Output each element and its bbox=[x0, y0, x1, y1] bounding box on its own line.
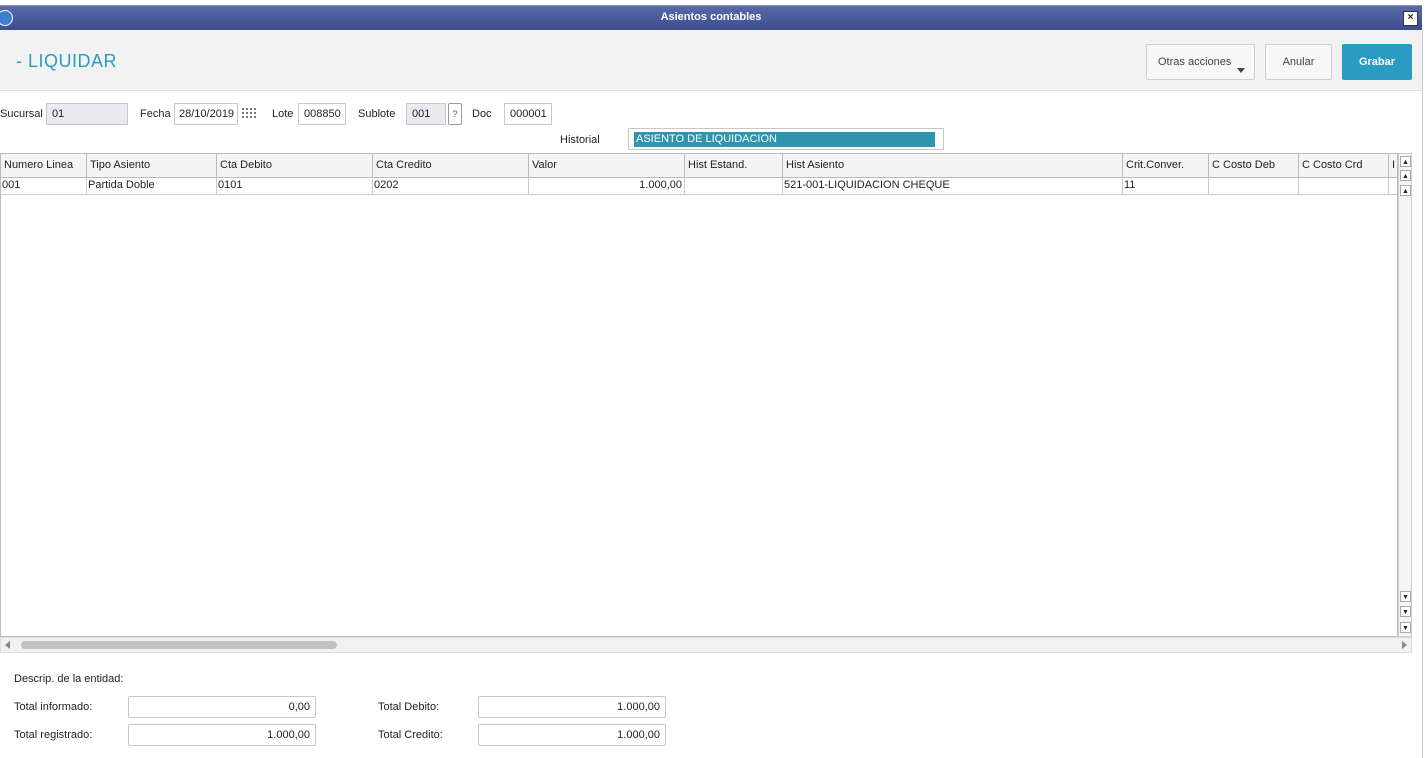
window-titlebar: Asientos contables × bbox=[0, 5, 1422, 30]
cell-tipo-asiento[interactable]: Partida Doble bbox=[87, 177, 217, 194]
total-informado-label: Total informado: bbox=[14, 701, 93, 713]
cell-c-costo-crd[interactable] bbox=[1299, 177, 1389, 194]
sublote-label: Sublote bbox=[358, 108, 396, 120]
fecha-field[interactable]: 28/10/2019 bbox=[174, 103, 238, 125]
column-header-hist-asiento[interactable]: Hist Asiento bbox=[783, 154, 1123, 177]
cell-crit-conver[interactable]: 11 bbox=[1123, 177, 1209, 194]
cell-extra[interactable] bbox=[1389, 177, 1397, 194]
row-down-icon[interactable]: ▼ bbox=[1400, 591, 1411, 602]
doc-field[interactable]: 000001 bbox=[504, 103, 552, 125]
total-informado-field[interactable]: 0,00 bbox=[128, 696, 316, 718]
column-header-crit-conver[interactable]: Crit.Conver. bbox=[1123, 154, 1209, 177]
table-row[interactable]: 001 Partida Doble 0101 0202 1.000,00 521… bbox=[1, 177, 1397, 195]
page-title: - LIQUIDAR bbox=[16, 51, 118, 71]
horizontal-scroll-thumb[interactable] bbox=[21, 641, 337, 649]
sucursal-label: Sucursal bbox=[0, 108, 43, 120]
total-debito-label: Total Debito: bbox=[378, 701, 440, 713]
column-header-numero-linea[interactable]: Numero Linea bbox=[1, 154, 87, 177]
sublote-field[interactable]: 001 bbox=[406, 103, 446, 125]
window-right-border bbox=[1422, 30, 1423, 758]
page-header: - LIQUIDAR Otras acciones Anular Grabar bbox=[0, 30, 1422, 91]
cell-numero-linea[interactable]: 001 bbox=[1, 177, 87, 194]
cell-valor[interactable]: 1.000,00 bbox=[529, 177, 685, 194]
row-up-icon[interactable]: ▲ bbox=[1400, 185, 1411, 196]
column-header-c-costo-deb[interactable]: C Costo Deb bbox=[1209, 154, 1299, 177]
doc-label: Doc bbox=[472, 108, 492, 120]
page-down-icon[interactable]: ▼ bbox=[1400, 606, 1411, 617]
column-header-tipo-asiento[interactable]: Tipo Asiento bbox=[87, 154, 217, 177]
total-registrado-field[interactable]: 1.000,00 bbox=[128, 724, 316, 746]
total-debito-field[interactable]: 1.000,00 bbox=[478, 696, 666, 718]
cell-cta-debito[interactable]: 0101 bbox=[217, 177, 373, 194]
cell-hist-estand[interactable] bbox=[685, 177, 783, 194]
lote-field[interactable]: 008850 bbox=[298, 103, 346, 125]
fecha-label: Fecha bbox=[140, 108, 171, 120]
lote-label: Lote bbox=[272, 108, 294, 120]
column-header-cta-credito[interactable]: Cta Credito bbox=[373, 154, 529, 177]
column-header-extra[interactable]: I bbox=[1389, 154, 1397, 177]
column-header-c-costo-crd[interactable]: C Costo Crd bbox=[1299, 154, 1389, 177]
sucursal-field[interactable]: 01 bbox=[46, 103, 128, 125]
close-icon[interactable]: × bbox=[1403, 11, 1418, 26]
scroll-bottom-icon[interactable]: ▼ bbox=[1400, 622, 1411, 633]
scroll-right-icon[interactable] bbox=[1402, 641, 1407, 649]
otras-acciones-button[interactable]: Otras acciones bbox=[1146, 44, 1255, 80]
column-header-valor[interactable]: Valor bbox=[529, 154, 685, 177]
sublote-help-button[interactable]: ? bbox=[448, 103, 462, 125]
grid-vertical-scrollbar[interactable]: ▲ ▲ ▲ ▼ ▼ ▼ bbox=[1398, 153, 1412, 637]
scroll-top-icon[interactable]: ▲ bbox=[1400, 156, 1411, 167]
window-title: Asientos contables bbox=[660, 11, 762, 23]
historial-field[interactable]: ASIENTO DE LIQUIDACION bbox=[628, 128, 944, 150]
grid-header-row: Numero Linea Tipo Asiento Cta Debito Cta… bbox=[1, 154, 1397, 178]
chevron-down-icon bbox=[1237, 68, 1245, 73]
descrip-entidad-label: Descrip. de la entidad: bbox=[14, 673, 124, 685]
otras-acciones-label: Otras acciones bbox=[1158, 56, 1232, 68]
calendar-icon[interactable] bbox=[242, 108, 258, 120]
cell-c-costo-deb[interactable] bbox=[1209, 177, 1299, 194]
asientos-grid: Numero Linea Tipo Asiento Cta Debito Cta… bbox=[0, 153, 1398, 637]
page-up-icon[interactable]: ▲ bbox=[1400, 170, 1411, 181]
grid-horizontal-scrollbar[interactable] bbox=[0, 637, 1412, 653]
column-header-hist-estand[interactable]: Hist Estand. bbox=[685, 154, 783, 177]
total-credito-field[interactable]: 1.000,00 bbox=[478, 724, 666, 746]
column-header-cta-debito[interactable]: Cta Debito bbox=[217, 154, 373, 177]
cell-cta-credito[interactable]: 0202 bbox=[373, 177, 529, 194]
scroll-left-icon[interactable] bbox=[5, 641, 10, 649]
total-credito-label: Total Credito: bbox=[378, 729, 443, 741]
anular-button[interactable]: Anular bbox=[1265, 44, 1332, 80]
grabar-button[interactable]: Grabar bbox=[1342, 44, 1412, 80]
total-registrado-label: Total registrado: bbox=[14, 729, 93, 741]
cell-hist-asiento[interactable]: 521-001-LIQUIDACION CHEQUE bbox=[783, 177, 1123, 194]
historial-label: Historial bbox=[560, 134, 600, 146]
historial-value: ASIENTO DE LIQUIDACION bbox=[634, 132, 935, 147]
